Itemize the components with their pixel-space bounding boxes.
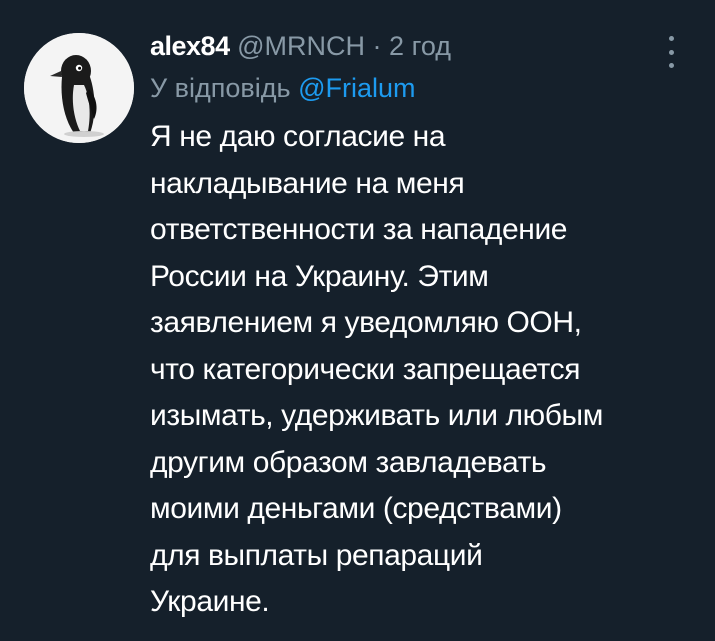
tweet-text-line: другим образом завладевать: [150, 445, 547, 479]
penguin-avatar-icon: [24, 33, 134, 143]
tweet-text-line: для выплаты репараций: [150, 538, 483, 572]
tweet-text-line: Украине.: [150, 585, 270, 618]
tweet-text-line: моими деньгами (средствами): [150, 492, 562, 525]
tweet-text-line: России на Украину. Этим: [150, 259, 489, 293]
tweet-text-line: что категорически запрещается: [150, 352, 581, 386]
reply-context: У відповідь @Frialum: [150, 68, 690, 108]
tweet-text-line: заявлением я уведомляю ООН,: [150, 306, 582, 339]
author-name[interactable]: alex84: [150, 31, 230, 61]
vertical-ellipsis-icon: [668, 63, 674, 68]
tweet-text-line: изымать, удерживать или любым: [150, 399, 603, 432]
tweet-timestamp[interactable]: 2 год: [389, 31, 451, 61]
tweet-text-line: ответственности за нападение: [150, 213, 568, 246]
vertical-ellipsis-icon: [668, 36, 674, 41]
vertical-ellipsis-icon: [668, 49, 674, 55]
tweet-header: alex84 @MRNCH · 2 год: [150, 26, 690, 66]
reply-handle-link[interactable]: @Frialum: [298, 73, 415, 103]
avatar[interactable]: [24, 33, 134, 143]
tweet-text-line: Я не даю согласие на: [150, 120, 446, 153]
separator-dot: ·: [372, 31, 382, 61]
tweet: alex84 @MRNCH · 2 год У відповідь @Frial…: [0, 0, 715, 641]
tweet-text-line: накладывание на меня: [150, 166, 465, 200]
reply-prefix: У відповідь: [150, 73, 291, 103]
more-options-button[interactable]: [664, 36, 678, 68]
tweet-text: Я не даю согласие на накладывание на мен…: [150, 114, 690, 626]
author-handle[interactable]: @MRNCH: [237, 31, 365, 61]
tweet-content: alex84 @MRNCH · 2 год У відповідь @Frial…: [150, 26, 690, 626]
